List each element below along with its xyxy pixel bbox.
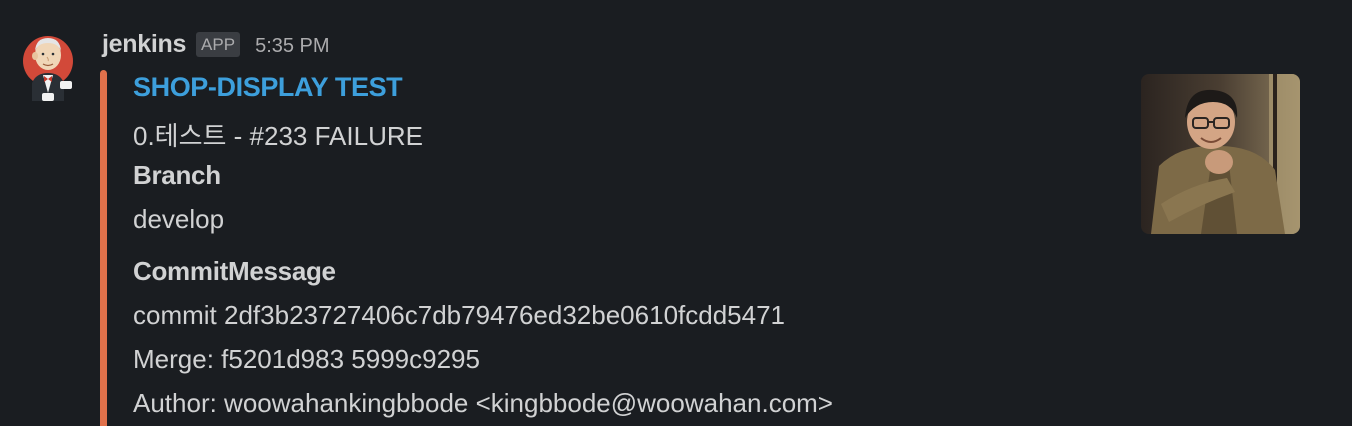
app-badge: APP <box>196 31 241 57</box>
chat-message: jenkins APP 5:35 PM SHOP-DISPLAY TEST 0.… <box>0 0 1352 426</box>
commit-merge-line: Merge: f5201d983 5999c9295 <box>133 344 480 374</box>
field-value-branch: develop <box>133 204 225 234</box>
message-header: jenkins APP 5:35 PM <box>102 28 330 60</box>
attachment-status-line: 0.테스트 - #233 FAILURE <box>133 121 423 151</box>
attachment-thumbnail-image[interactable] <box>1141 74 1300 234</box>
commit-author-line: Author: woowahankingbbode <kingbbode@woo… <box>133 388 833 418</box>
attachment-title-link[interactable]: SHOP-DISPLAY TEST <box>133 72 403 103</box>
field-title-branch: Branch <box>133 160 221 190</box>
commit-hash-line: commit 2df3b23727406c7db79476ed32be0610f… <box>133 300 786 330</box>
attachment-color-bar <box>100 70 107 426</box>
sender-name[interactable]: jenkins <box>102 30 186 59</box>
message-timestamp[interactable]: 5:35 PM <box>255 35 329 58</box>
field-title-commit-message: CommitMessage <box>133 256 336 286</box>
jenkins-avatar-icon[interactable] <box>22 27 78 101</box>
